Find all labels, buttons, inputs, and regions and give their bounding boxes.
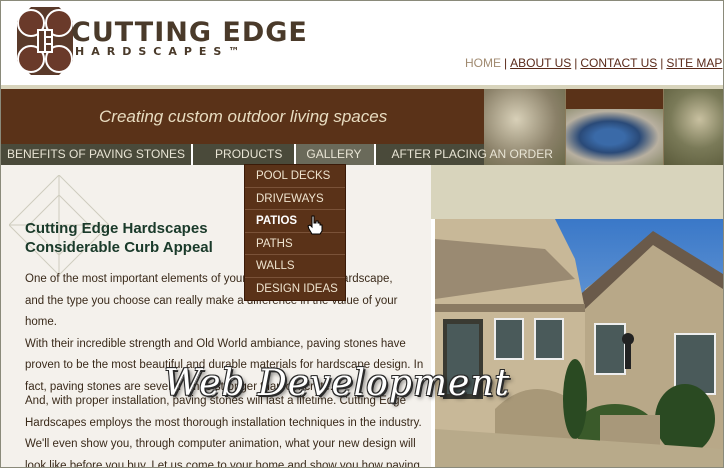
nav-benefits[interactable]: BENEFITS OF PAVING STONES bbox=[1, 144, 194, 165]
right-panel-bg bbox=[431, 165, 723, 219]
content-heading-line1: Cutting Edge Hardscapes bbox=[25, 220, 208, 237]
gallery-dropdown-menu: POOL DECKS DRIVEWAYS PATIOS PATHS WALLS … bbox=[244, 164, 346, 301]
site-header: CUTTING EDGE HARDSCAPES™ HOME | ABOUT US | C… bbox=[1, 1, 723, 87]
content-heading: Cutting Edge Hardscapes Considerable Cur… bbox=[25, 219, 213, 257]
topnav-separator: | bbox=[504, 56, 508, 70]
top-nav: HOME | ABOUT US | CONTACT US | SITE MAP bbox=[465, 56, 722, 70]
brand-name[interactable]: CUTTING EDGE bbox=[71, 17, 308, 48]
hand-cursor-icon bbox=[307, 215, 323, 235]
topnav-separator: | bbox=[574, 56, 578, 70]
photo-strip-spacer bbox=[566, 89, 663, 109]
house-photo bbox=[435, 219, 723, 467]
house-photo-illustration bbox=[435, 219, 723, 467]
topnav-about-link[interactable]: ABOUT US bbox=[510, 56, 571, 70]
menu-item-design-ideas[interactable]: DESIGN IDEAS bbox=[245, 278, 345, 301]
watermark-caption: Web Development bbox=[164, 363, 510, 404]
topnav-sitemap-link[interactable]: SITE MAP bbox=[666, 56, 722, 70]
main-nav: BENEFITS OF PAVING STONES PRODUCTS GALLE… bbox=[1, 144, 553, 165]
topnav-home-link[interactable]: HOME bbox=[465, 56, 501, 70]
brand-subname[interactable]: HARDSCAPES™ bbox=[75, 45, 246, 58]
menu-item-pool-decks[interactable]: POOL DECKS bbox=[245, 165, 345, 188]
nav-gallery[interactable]: GALLERY bbox=[296, 144, 376, 165]
menu-item-paths[interactable]: PATHS bbox=[245, 233, 345, 255]
menu-item-walls[interactable]: WALLS bbox=[245, 255, 345, 278]
topnav-contact-link[interactable]: CONTACT US bbox=[580, 56, 657, 70]
nav-products[interactable]: PRODUCTS bbox=[193, 144, 297, 165]
paragraph-line: We'll even show you, through computer an… bbox=[25, 438, 416, 450]
paragraph-line: look like before you buy. Let us come to… bbox=[25, 459, 420, 468]
browser-viewport: CUTTING EDGE HARDSCAPES™ HOME | ABOUT US | C… bbox=[0, 0, 724, 468]
logo-icon[interactable] bbox=[17, 7, 73, 75]
tagline: Creating custom outdoor living spaces bbox=[99, 107, 388, 126]
paragraph-line: With their incredible strength and Old W… bbox=[25, 337, 406, 350]
content-heading-line2: Considerable Curb Appeal bbox=[25, 239, 213, 256]
menu-item-patios[interactable]: PATIOS bbox=[245, 210, 345, 233]
pool-deck-photo bbox=[566, 109, 663, 165]
paragraph-line: Hardscapes employs the most thorough ins… bbox=[25, 416, 422, 429]
nav-after-order[interactable]: AFTER PLACING AN ORDER bbox=[376, 144, 563, 165]
garden-wall-photo bbox=[664, 89, 723, 165]
paragraph-line: One of the most important elements of yo… bbox=[25, 273, 393, 285]
menu-item-driveways[interactable]: DRIVEWAYS bbox=[245, 188, 345, 210]
paragraph-line: and the type you choose can really make … bbox=[25, 294, 398, 329]
